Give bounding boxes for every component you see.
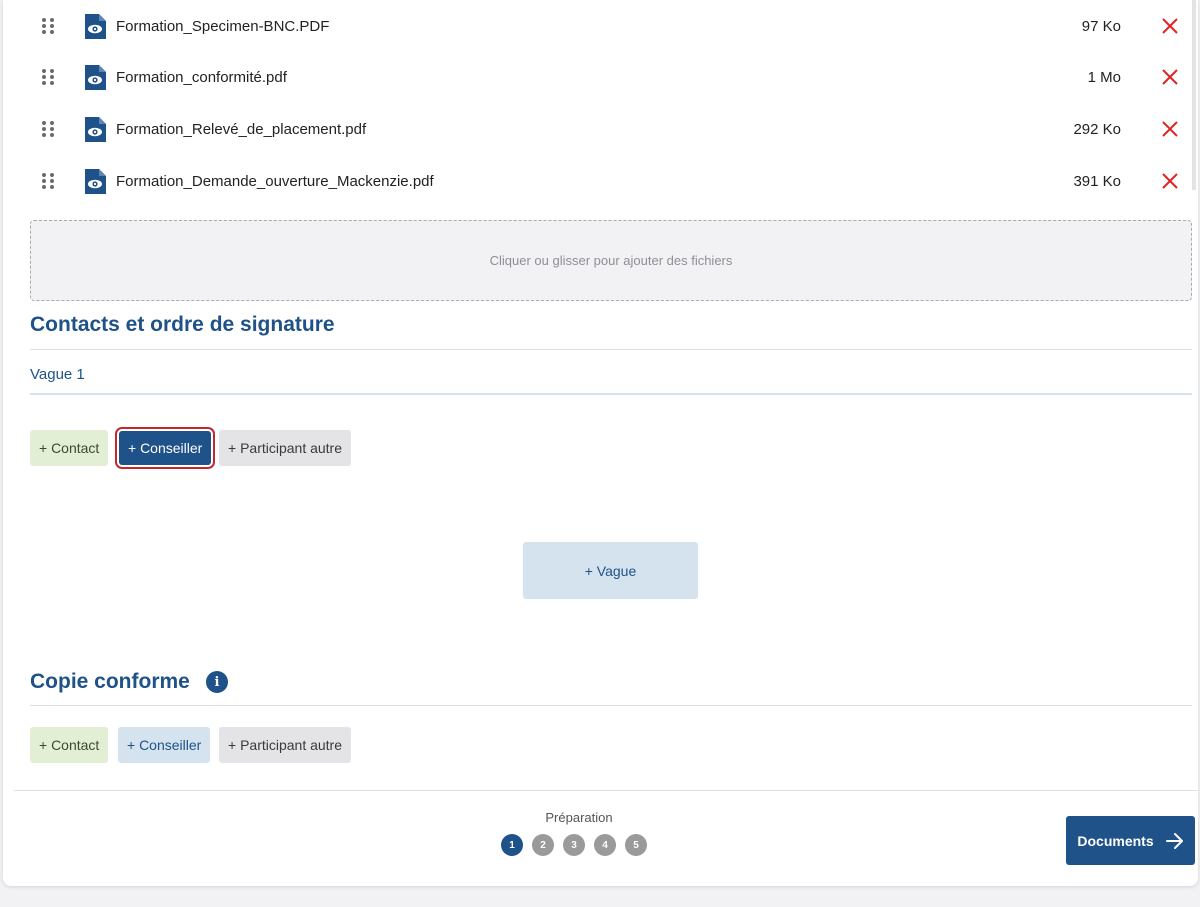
add-contact-button[interactable]: + Contact [30,430,109,466]
step-2[interactable]: 2 [532,834,554,856]
file-preview-icon[interactable] [82,116,107,142]
drag-handle-icon[interactable] [42,121,54,137]
file-preview-icon[interactable] [82,64,107,90]
main-card: Formation_Specimen-BNC.PDF 97 Ko Formati… [3,0,1198,886]
cc-add-contact-button[interactable]: + Contact [30,727,109,763]
delete-file-icon[interactable] [1161,120,1179,138]
file-name[interactable]: Formation_Relevé_de_placement.pdf [116,121,366,138]
drag-handle-icon[interactable] [42,69,54,85]
delete-file-icon[interactable] [1161,17,1179,35]
file-name[interactable]: Formation_Demande_ouverture_Mackenzie.pd… [116,173,434,190]
cc-add-conseiller-button[interactable]: + Conseiller [118,727,211,763]
section-divider [30,705,1192,706]
file-preview-icon[interactable] [82,13,107,39]
file-row: Formation_Specimen-BNC.PDF 97 Ko [3,0,1193,52]
file-row: Formation_conformité.pdf 1 Mo [3,51,1193,103]
step-4[interactable]: 4 [594,834,616,856]
add-participant-autre-button[interactable]: + Participant autre [219,430,352,466]
wave-label: Vague 1 [30,366,85,383]
drag-handle-icon[interactable] [42,18,54,34]
step-3[interactable]: 3 [563,834,585,856]
copy-section-title: Copie conforme [30,670,190,693]
signature-section-title: Contacts et ordre de signature [30,313,335,336]
delete-file-icon[interactable] [1161,172,1179,190]
info-icon[interactable]: i [206,671,228,693]
step-label: Préparation [545,810,613,825]
stepper: 1 2 3 4 5 [501,834,647,856]
file-size: 97 Ko [1081,17,1121,35]
add-wave-button[interactable]: + Vague [523,542,698,599]
file-row: Formation_Relevé_de_placement.pdf 292 Ko [3,103,1193,155]
file-size: 391 Ko [1073,172,1121,190]
dropzone-label: Cliquer ou glisser pour ajouter des fich… [489,253,733,268]
add-conseiller-button[interactable]: + Conseiller [114,427,216,469]
file-name[interactable]: Formation_Specimen-BNC.PDF [116,18,329,35]
section-divider [30,349,1192,350]
file-preview-icon[interactable] [82,168,107,194]
wave-underline [30,393,1192,395]
file-dropzone[interactable]: Cliquer ou glisser pour ajouter des fich… [30,220,1192,301]
next-button-label: Documents [1077,832,1154,849]
delete-file-icon[interactable] [1161,68,1179,86]
step-5[interactable]: 5 [625,834,647,856]
drag-handle-icon[interactable] [42,173,54,189]
step-1[interactable]: 1 [501,834,523,856]
file-size: 1 Mo [1087,68,1121,86]
footer-divider [14,790,1198,791]
file-size: 292 Ko [1073,120,1121,138]
file-row: Formation_Demande_ouverture_Mackenzie.pd… [3,155,1193,207]
cc-add-participant-autre-button[interactable]: + Participant autre [219,727,352,763]
arrow-right-icon [1165,832,1183,849]
next-documents-button[interactable]: Documents [1066,816,1195,865]
file-name[interactable]: Formation_conformité.pdf [116,69,287,86]
